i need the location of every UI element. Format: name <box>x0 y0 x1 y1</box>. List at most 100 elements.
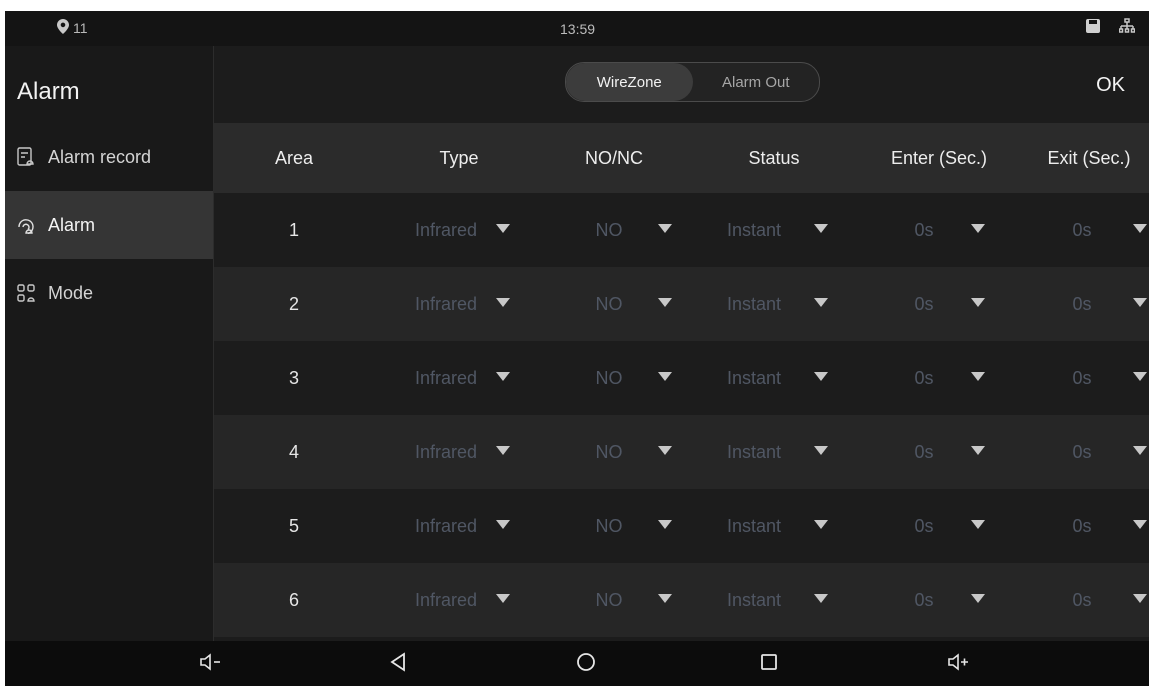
enter-dropdown[interactable]: 0s <box>904 267 944 341</box>
exit-dropdown[interactable]: 0s <box>1062 341 1102 415</box>
chevron-down-icon <box>814 224 828 233</box>
home-icon <box>575 651 597 678</box>
nonc-dropdown[interactable]: NO <box>584 415 634 489</box>
status-dropdown[interactable]: Instant <box>719 489 789 563</box>
status-dropdown[interactable]: Instant <box>719 415 789 489</box>
sidebar-item-label: Mode <box>48 282 94 303</box>
volume-down-button[interactable] <box>197 651 223 677</box>
location-pin-icon <box>57 19 69 37</box>
type-dropdown[interactable]: Infrared <box>404 267 488 341</box>
ok-button[interactable]: OK <box>1096 74 1125 97</box>
column-header-type: Type <box>439 147 479 168</box>
chevron-down-icon <box>971 446 985 455</box>
table-row: 2 Infrared NO Instant 0s 0s <box>214 267 1149 341</box>
chevron-down-icon <box>496 520 510 529</box>
exit-dropdown[interactable]: 0s <box>1062 563 1102 637</box>
table-row: 6 Infrared NO Instant 0s 0s <box>214 563 1149 637</box>
chevron-down-icon <box>496 298 510 307</box>
exit-dropdown[interactable]: 0s <box>1062 267 1102 341</box>
mode-icon <box>16 283 36 303</box>
zone-tabs: WireZone Alarm Out <box>565 62 820 102</box>
device-screen: 11 13:59 Alarm Alarm record Alarm Mode W… <box>5 11 1149 686</box>
column-header-enter: Enter (Sec.) <box>890 147 988 168</box>
status-dropdown[interactable]: Instant <box>719 563 789 637</box>
area-number: 3 <box>288 367 299 388</box>
chevron-down-icon <box>658 520 672 529</box>
chevron-down-icon <box>814 594 828 603</box>
exit-dropdown[interactable]: 0s <box>1062 415 1102 489</box>
status-dropdown[interactable]: Instant <box>719 267 789 341</box>
enter-dropdown[interactable]: 0s <box>904 341 944 415</box>
table-row: 4 Infrared NO Instant 0s 0s <box>214 415 1149 489</box>
type-dropdown[interactable]: Infrared <box>404 193 488 267</box>
status-dropdown[interactable]: Instant <box>719 193 789 267</box>
sidebar-item-alarm-record[interactable]: Alarm record <box>5 123 213 191</box>
chevron-down-icon <box>1133 520 1147 529</box>
status-dropdown[interactable]: Instant <box>719 341 789 415</box>
clock: 13:59 <box>560 21 596 37</box>
nonc-dropdown[interactable]: NO <box>584 563 634 637</box>
main-panel: WireZone Alarm Out OK Area Type NO/NC St… <box>214 46 1149 641</box>
location-indicator: 11 <box>57 19 88 37</box>
chevron-down-icon <box>814 520 828 529</box>
exit-dropdown[interactable]: 0s <box>1062 193 1102 267</box>
area-number: 1 <box>288 219 299 240</box>
navigation-bar <box>5 641 1149 686</box>
chevron-down-icon <box>658 298 672 307</box>
column-header-nonc: NO/NC <box>585 147 643 168</box>
sidebar-item-alarm[interactable]: Alarm <box>5 191 213 259</box>
column-header-area: Area <box>274 147 314 168</box>
chevron-down-icon <box>496 594 510 603</box>
home-button[interactable] <box>573 651 599 677</box>
nonc-dropdown[interactable]: NO <box>584 193 634 267</box>
chevron-down-icon <box>971 298 985 307</box>
volume-up-button[interactable] <box>945 651 971 677</box>
enter-dropdown[interactable]: 0s <box>904 193 944 267</box>
recent-apps-button[interactable] <box>756 651 782 677</box>
exit-dropdown[interactable]: 0s <box>1062 489 1102 563</box>
type-dropdown[interactable]: Infrared <box>404 489 488 563</box>
area-number: 4 <box>288 441 299 462</box>
nonc-dropdown[interactable]: NO <box>584 267 634 341</box>
chevron-down-icon <box>496 372 510 381</box>
chevron-down-icon <box>971 372 985 381</box>
sidebar-item-mode[interactable]: Mode <box>5 259 213 327</box>
enter-dropdown[interactable]: 0s <box>904 489 944 563</box>
table-header: Area Type NO/NC Status Enter (Sec.) Exit… <box>214 123 1149 193</box>
chevron-down-icon <box>971 594 985 603</box>
chevron-down-icon <box>658 446 672 455</box>
type-dropdown[interactable]: Infrared <box>404 415 488 489</box>
volume-up-icon <box>946 652 970 677</box>
sidebar-item-label: Alarm record <box>48 146 152 167</box>
nonc-dropdown[interactable]: NO <box>584 489 634 563</box>
tab-wirezone[interactable]: WireZone <box>566 63 693 101</box>
back-button[interactable] <box>385 651 411 677</box>
chevron-down-icon <box>814 446 828 455</box>
tab-alarm-out[interactable]: Alarm Out <box>693 63 820 101</box>
network-icon <box>1118 18 1136 37</box>
type-dropdown[interactable]: Infrared <box>404 341 488 415</box>
chevron-down-icon <box>814 298 828 307</box>
area-number: 5 <box>288 515 299 536</box>
alarm-record-icon <box>16 147 36 167</box>
enter-dropdown[interactable]: 0s <box>904 563 944 637</box>
chevron-down-icon <box>1133 298 1147 307</box>
location-count: 11 <box>73 20 88 36</box>
sd-card-icon <box>1085 18 1101 37</box>
volume-down-icon <box>198 652 222 677</box>
sidebar-item-label: Alarm <box>48 214 96 235</box>
chevron-down-icon <box>971 520 985 529</box>
page-title: Alarm <box>17 78 80 105</box>
chevron-down-icon <box>1133 224 1147 233</box>
chevron-down-icon <box>658 224 672 233</box>
table-row: 5 Infrared NO Instant 0s 0s <box>214 489 1149 563</box>
chevron-down-icon <box>1133 446 1147 455</box>
chevron-down-icon <box>971 224 985 233</box>
enter-dropdown[interactable]: 0s <box>904 415 944 489</box>
chevron-down-icon <box>658 372 672 381</box>
chevron-down-icon <box>814 372 828 381</box>
area-number: 2 <box>288 293 299 314</box>
area-number: 6 <box>288 589 299 610</box>
nonc-dropdown[interactable]: NO <box>584 341 634 415</box>
type-dropdown[interactable]: Infrared <box>404 563 488 637</box>
